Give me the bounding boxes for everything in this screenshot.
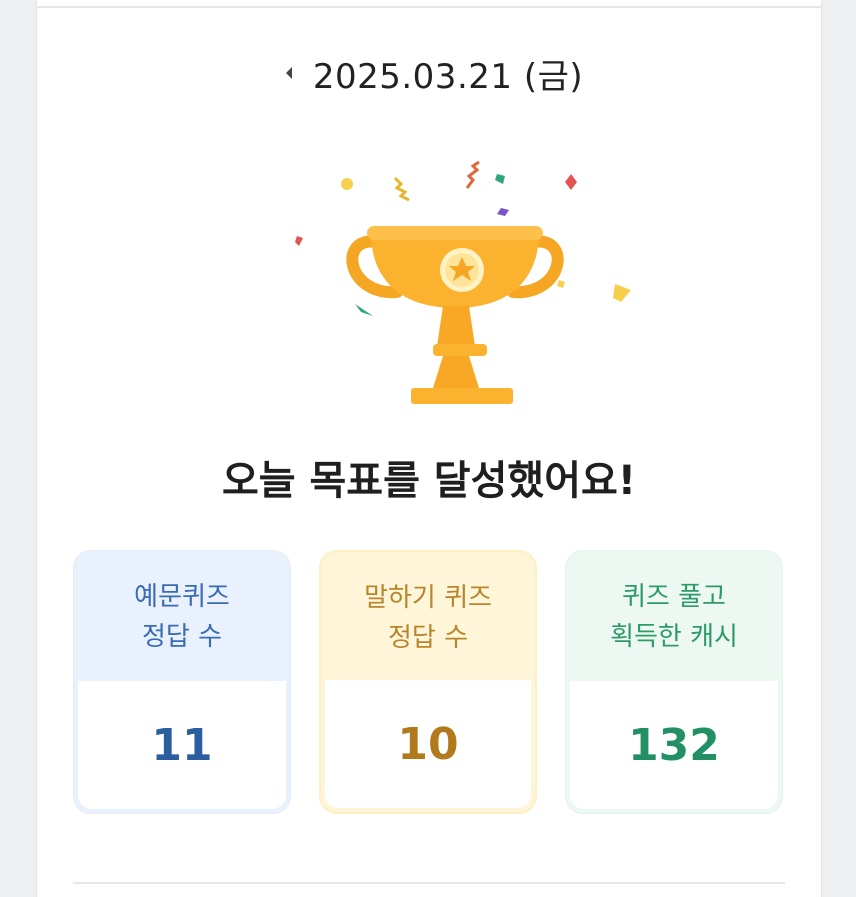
top-divider — [37, 6, 821, 8]
goal-achieved-title: 오늘 목표를 달성했어요! — [221, 458, 637, 504]
bottom-divider — [73, 882, 785, 884]
stat-label-line2: 획득한 캐시 — [610, 622, 738, 652]
stat-card-earned-cash: 퀴즈 풀고 획득한 캐시 132 — [565, 550, 783, 814]
trophy-illustration — [247, 150, 647, 420]
stat-label-line1: 예문퀴즈 — [134, 582, 230, 612]
date-navigator: 2025.03.21 (금) — [37, 50, 821, 97]
stat-label-line1: 말하기 퀴즈 — [364, 583, 492, 613]
stat-value: 11 — [151, 719, 213, 771]
stat-label-line2: 정답 수 — [387, 623, 469, 653]
prev-date-button[interactable] — [275, 59, 303, 87]
date-label: 2025.03.21 (금) — [312, 56, 584, 97]
stat-label-line1: 퀴즈 풀고 — [622, 582, 726, 612]
stat-value: 132 — [628, 719, 720, 771]
stats-row: 예문퀴즈 정답 수 11 말하기 퀴즈 정답 수 10 퀴즈 풀고 획득한 캐시… — [73, 550, 785, 815]
caret-left-icon — [285, 67, 292, 79]
result-card: 2025.03.21 (금) 오늘 목표를 달성했어요! 예문퀴즈 정답 수 1… — [36, 0, 822, 897]
stat-card-example-quiz: 예문퀴즈 정답 수 11 — [73, 550, 291, 814]
trophy-icon — [295, 160, 631, 404]
stat-label-line2: 정답 수 — [141, 622, 223, 652]
stat-card-speaking-quiz: 말하기 퀴즈 정답 수 10 — [319, 550, 537, 814]
stat-value: 10 — [397, 718, 459, 770]
